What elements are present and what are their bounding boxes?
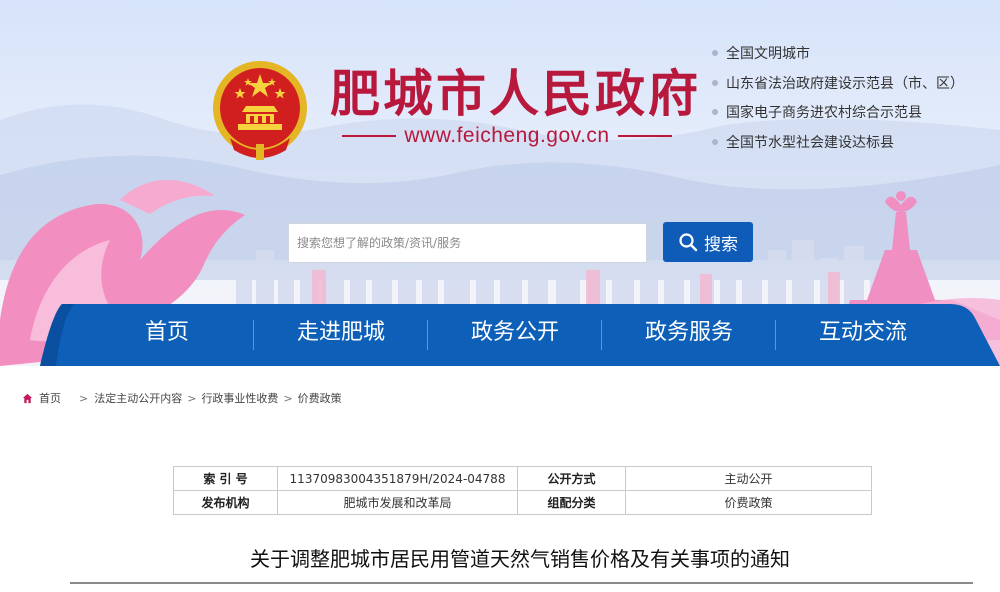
honor-text: 全国文明城市 xyxy=(726,46,810,62)
honors-list: 全国文明城市 山东省法治政府建设示范县（市、区） 国家电子商务进农村综合示范县 … xyxy=(712,44,997,162)
table-row: 索 引 号 11370983004351879H/2024-04788 公开方式… xyxy=(173,466,872,491)
nav-item-gov-info[interactable]: 政务公开 xyxy=(428,304,602,366)
publisher-label: 发布机构 xyxy=(173,490,278,515)
national-emblem-icon xyxy=(213,61,307,160)
search-button[interactable]: 搜索 xyxy=(663,222,753,262)
honor-text: 山东省法治政府建设示范县（市、区） xyxy=(726,75,964,92)
site-title: 肥城市人民政府 xyxy=(330,65,701,123)
bullet-dot-icon xyxy=(712,50,718,56)
page: 肥城市人民政府 www.feicheng.gov.cn 全国文明城市 山东省法治… xyxy=(0,0,1000,592)
search-input[interactable] xyxy=(297,224,646,262)
search-button-label: 搜索 xyxy=(704,234,738,255)
nav-items: 首页 走进肥城 政务公开 政务服务 互动交流 xyxy=(80,304,950,366)
site-url-rule-left xyxy=(342,135,397,137)
search-icon xyxy=(679,233,698,252)
honor-item: 全国节水型社会建设达标县 xyxy=(712,133,997,163)
nav-item-label: 首页 xyxy=(144,320,189,345)
info-table: 索 引 号 11370983004351879H/2024-04788 公开方式… xyxy=(173,466,872,515)
mode-label: 公开方式 xyxy=(517,466,626,491)
site-url-rule-right xyxy=(617,135,672,137)
mode-value: 主动公开 xyxy=(625,466,872,491)
nav-item-gov-service[interactable]: 政务服务 xyxy=(602,304,776,366)
bullet-dot-icon xyxy=(712,79,718,86)
nav-item-label: 政务服务 xyxy=(644,320,733,345)
nav-item-about[interactable]: 走进肥城 xyxy=(254,304,428,366)
breadcrumb-item[interactable]: 法定主动公开内容 xyxy=(94,390,182,406)
bullet-dot-icon xyxy=(712,109,718,115)
breadcrumb-separator: > xyxy=(283,391,293,405)
breadcrumb-home[interactable]: 首页 xyxy=(39,390,61,406)
main-nav: 首页 走进肥城 政务公开 政务服务 互动交流 xyxy=(0,304,1000,366)
site-url-row: www.feicheng.gov.cn xyxy=(342,120,672,152)
breadcrumb-separator: > xyxy=(187,391,197,405)
breadcrumb-item[interactable]: 行政事业性收费 xyxy=(201,390,278,406)
honor-item: 山东省法治政府建设示范县（市、区） xyxy=(712,74,997,104)
article-divider xyxy=(70,582,973,584)
table-row: 发布机构 肥城市发展和改革局 组配分类 价费政策 xyxy=(173,490,872,515)
breadcrumb-separator: > xyxy=(79,391,89,405)
index-value: 11370983004351879H/2024-04788 xyxy=(277,466,518,491)
category-label: 组配分类 xyxy=(517,490,626,515)
honor-text: 全国节水型社会建设达标县 xyxy=(726,134,894,151)
nav-item-label: 政务公开 xyxy=(470,320,559,345)
index-label: 索 引 号 xyxy=(173,466,278,491)
breadcrumb-item[interactable]: 价费政策 xyxy=(298,390,342,406)
nav-item-label: 走进肥城 xyxy=(296,320,385,345)
nav-item-interaction[interactable]: 互动交流 xyxy=(776,304,950,366)
article-title: 关于调整肥城市居民用管道天然气销售价格及有关事项的通知 xyxy=(250,547,790,571)
publisher-value: 肥城市发展和改革局 xyxy=(277,490,518,515)
home-icon xyxy=(22,393,33,403)
nav-item-home[interactable]: 首页 xyxy=(80,304,254,366)
honor-item: 国家电子商务进农村综合示范县 xyxy=(712,103,997,133)
site-header: 肥城市人民政府 www.feicheng.gov.cn 全国文明城市 山东省法治… xyxy=(0,0,1000,366)
breadcrumb: 首页 > 法定主动公开内容 > 行政事业性收费 > 价费政策 xyxy=(22,390,342,406)
bullet-dot-icon xyxy=(712,138,718,145)
category-value: 价费政策 xyxy=(625,490,872,515)
honor-item: 全国文明城市 xyxy=(712,44,997,74)
nav-item-label: 互动交流 xyxy=(818,320,907,345)
honor-text: 国家电子商务进农村综合示范县 xyxy=(726,105,922,121)
search-box xyxy=(288,223,647,263)
site-url: www.feicheng.gov.cn xyxy=(404,124,610,147)
